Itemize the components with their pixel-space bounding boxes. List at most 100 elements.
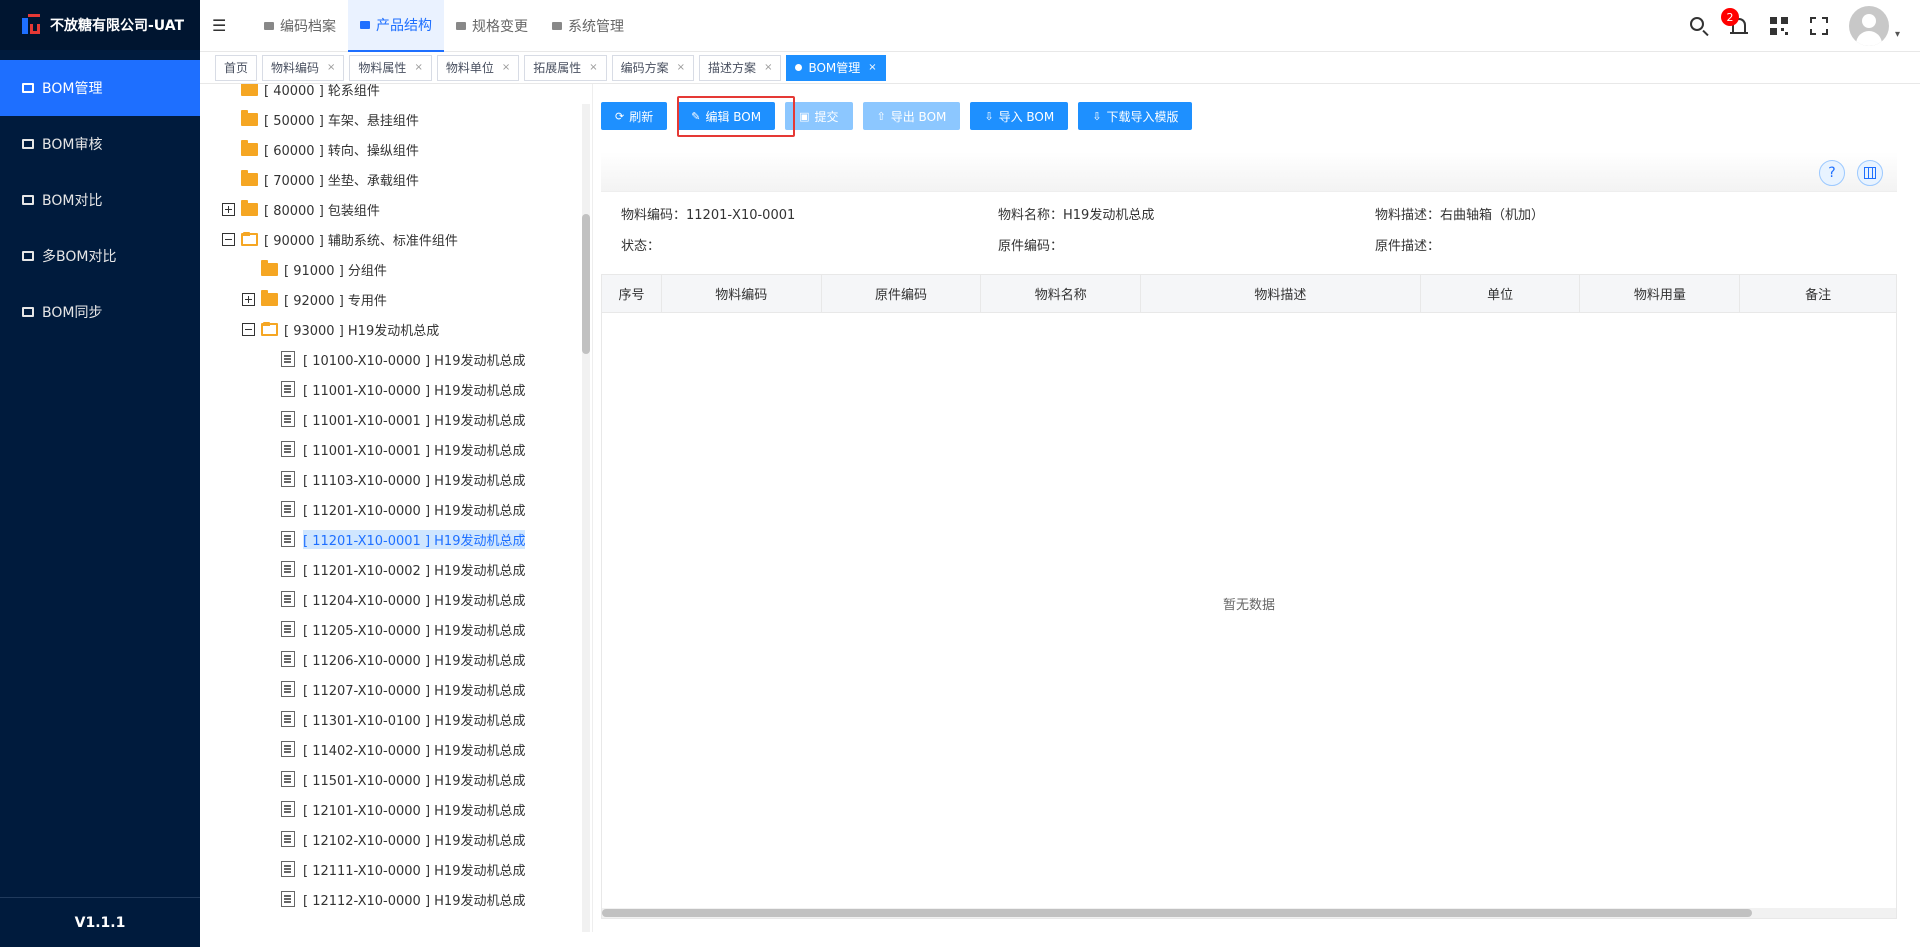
tree-node[interactable]: [ 11206-X10-0000 ] H19发动机总成 — [281, 644, 525, 674]
tree-node[interactable]: [ 60000 ] 转向、操纵组件 — [241, 134, 419, 164]
tree-node[interactable]: [ 11103-X10-0000 ] H19发动机总成 — [281, 464, 525, 494]
tree-node[interactable]: [ 11201-X10-0000 ] H19发动机总成 — [281, 494, 525, 524]
tab-label: 物料编码 — [271, 61, 320, 75]
tree-scrollbar[interactable] — [582, 104, 590, 932]
tab-item[interactable]: 拓展属性 × — [524, 54, 607, 81]
nav-icon — [456, 21, 466, 30]
tree-node[interactable]: [ 93000 ] H19发动机总成 — [242, 314, 439, 344]
tree-node[interactable]: [ 11001-X10-0000 ] H19发动机总成 — [281, 374, 525, 404]
file-icon — [281, 591, 295, 607]
help-icon[interactable]: ? — [1819, 160, 1845, 186]
tree-node[interactable]: [ 91000 ] 分组件 — [261, 254, 387, 284]
top-nav-label: 系统管理 — [568, 18, 624, 35]
tree-node[interactable]: [ 40000 ] 轮系组件 — [241, 84, 380, 104]
tree-node[interactable]: [ 11501-X10-0000 ] H19发动机总成 — [281, 764, 525, 794]
top-nav-item[interactable]: 规格变更 — [444, 0, 540, 52]
tree-node[interactable]: [ 12112-X10-0000 ] H19发动机总成 — [281, 884, 525, 914]
search-icon[interactable] — [1689, 16, 1709, 36]
tree-node[interactable]: [ 90000 ] 辅助系统、标准件组件 — [222, 224, 458, 254]
close-icon[interactable]: × — [502, 62, 510, 73]
tree-node[interactable]: [ 80000 ] 包装组件 — [222, 194, 380, 224]
chevron-down-icon[interactable]: ▾ — [1895, 29, 1900, 40]
refresh-button[interactable]: ⟳ 刷新 — [601, 102, 668, 130]
tab-item[interactable]: 物料单位 × — [436, 54, 520, 81]
table-column-header[interactable]: 物料编码 — [662, 275, 822, 312]
table-column-header[interactable]: 物料名称 — [981, 275, 1142, 312]
menu-collapse-icon[interactable]: ☰ — [212, 16, 242, 35]
table-column-header[interactable]: 物料用量 — [1580, 275, 1741, 312]
folder-open-icon — [241, 231, 258, 246]
table-column-header[interactable]: 物料描述 — [1141, 275, 1421, 312]
tree-node[interactable]: [ 12111-X10-0000 ] H19发动机总成 — [281, 854, 525, 884]
tree-node[interactable]: [ 11402-X10-0000 ] H19发动机总成 — [281, 734, 525, 764]
close-icon[interactable]: × — [327, 62, 335, 73]
table-column-header[interactable]: 序号 — [602, 275, 662, 312]
tab-item[interactable]: 物料编码 × — [262, 54, 345, 81]
file-icon — [281, 471, 295, 487]
tree-node-label: [ 10100-X10-0000 ] H19发动机总成 — [303, 353, 526, 369]
tree-node-label: [ 11201-X10-0000 ] H19发动机总成 — [303, 503, 526, 519]
table-hscrollbar[interactable] — [602, 908, 1896, 918]
tree-node[interactable]: [ 10100-X10-0000 ] H19发动机总成 — [281, 344, 525, 374]
file-icon — [281, 801, 295, 817]
tree-node[interactable]: [ 70000 ] 坐垫、承载组件 — [241, 164, 419, 194]
export-bom-button[interactable]: ⇧ 导出 BOM — [862, 102, 961, 130]
qrcode-icon[interactable] — [1769, 16, 1789, 36]
sidebar-item-label: BOM审核 — [42, 137, 103, 153]
tab-item[interactable]: 首页 — [215, 54, 258, 81]
sidebar-item[interactable]: BOM审核 — [0, 116, 200, 172]
user-avatar[interactable] — [1848, 6, 1889, 46]
tree-node-label: [ 90000 ] 辅助系统、标准件组件 — [264, 233, 458, 249]
fullscreen-icon[interactable] — [1809, 16, 1829, 36]
tab-item[interactable]: 描述方案 × — [699, 54, 782, 81]
refresh-icon: ⟳ — [615, 109, 625, 123]
material-description: 物料描述：右曲轴箱（机加） — [1375, 208, 1545, 223]
tree-node[interactable]: [ 11001-X10-0001 ] H19发动机总成 — [281, 404, 525, 434]
tree-node[interactable]: [ 11201-X10-0001 ] H19发动机总成 — [281, 524, 526, 554]
expand-icon[interactable] — [222, 202, 235, 216]
tree-node[interactable]: [ 11201-X10-0002 ] H19发动机总成 — [281, 554, 525, 584]
bell-icon[interactable]: 2 — [1720, 8, 1749, 36]
top-nav-item[interactable]: 产品结构 — [348, 0, 444, 52]
tree-node[interactable]: [ 12102-X10-0000 ] H19发动机总成 — [281, 824, 525, 854]
tab-item[interactable]: BOM管理 × — [786, 54, 886, 81]
sidebar-item[interactable]: BOM对比 — [0, 172, 200, 228]
table-column-header[interactable]: 原件编码 — [822, 275, 982, 312]
file-icon — [281, 891, 295, 907]
close-icon[interactable]: × — [414, 62, 422, 73]
close-icon[interactable]: × — [589, 62, 597, 73]
header-actions: 2 ▾ — [1689, 0, 1900, 52]
tree-node[interactable]: [ 11205-X10-0000 ] H19发动机总成 — [281, 614, 525, 644]
top-nav-item[interactable]: 编码档案 — [252, 0, 348, 52]
import-bom-button[interactable]: ⇩ 导入 BOM — [970, 102, 1069, 130]
close-icon[interactable]: × — [764, 62, 772, 73]
top-nav-item[interactable]: 系统管理 — [540, 0, 636, 52]
table-column-header[interactable]: 单位 — [1421, 275, 1581, 312]
tab-item[interactable]: 编码方案 × — [611, 54, 695, 81]
notification-badge: 2 — [1720, 8, 1739, 26]
collapse-icon[interactable] — [222, 232, 235, 246]
tree-node[interactable]: [ 11207-X10-0000 ] H19发动机总成 — [281, 674, 525, 704]
collapse-icon[interactable] — [242, 322, 255, 336]
close-icon[interactable]: × — [868, 62, 876, 73]
tree-node[interactable]: [ 92000 ] 专用件 — [242, 284, 387, 314]
sidebar-item[interactable]: BOM管理 — [0, 60, 200, 116]
sidebar-item[interactable]: BOM同步 — [0, 284, 200, 340]
tab-label: 编码方案 — [620, 61, 669, 75]
columns-icon[interactable] — [1857, 160, 1883, 186]
file-icon — [281, 381, 295, 397]
tree-node[interactable]: [ 11301-X10-0100 ] H19发动机总成 — [281, 704, 525, 734]
tree-node[interactable]: [ 11204-X10-0000 ] H19发动机总成 — [281, 584, 525, 614]
expand-icon[interactable] — [242, 292, 255, 306]
sidebar-item[interactable]: 多BOM对比 — [0, 228, 200, 284]
table-column-header[interactable]: 备注 — [1740, 275, 1896, 312]
tree-node[interactable]: [ 12101-X10-0000 ] H19发动机总成 — [281, 794, 525, 824]
submit-button[interactable]: ▣ 提交 — [785, 102, 853, 130]
tree-node[interactable]: [ 11001-X10-0001 ] H19发动机总成 — [281, 434, 525, 464]
download-template-button[interactable]: ⇩ 下载导入模版 — [1078, 102, 1193, 130]
tree-node[interactable]: [ 50000 ] 车架、悬挂组件 — [241, 104, 419, 134]
tab-item[interactable]: 物料属性 × — [349, 54, 432, 81]
close-icon[interactable]: × — [677, 62, 685, 73]
tab-label: 描述方案 — [708, 61, 757, 75]
edit-bom-button[interactable]: ✎ 编辑 BOM — [677, 102, 776, 130]
